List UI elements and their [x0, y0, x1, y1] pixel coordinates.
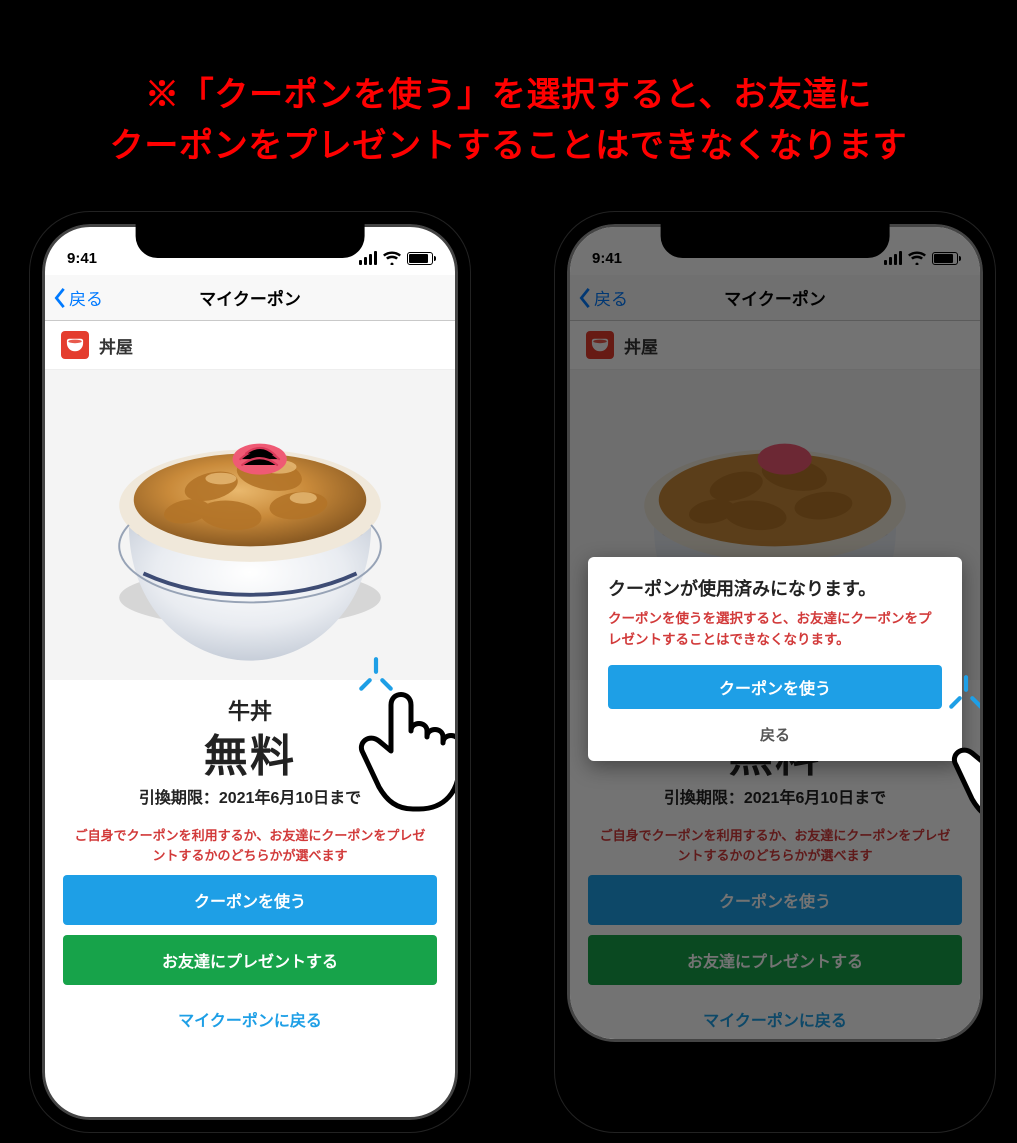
modal-title: クーポンが使用済みになります。	[608, 575, 942, 601]
chevron-left-icon	[53, 287, 67, 309]
pickled-ginger-icon	[233, 444, 287, 475]
back-label: 戻る	[69, 285, 103, 310]
back-button[interactable]: 戻る	[53, 275, 103, 320]
modal-confirm-button[interactable]: クーポンを使う	[608, 665, 942, 709]
nav-bar: 戻る マイクーポン	[45, 275, 455, 321]
phone-left: 9:41 戻る マイクーポン	[30, 212, 470, 1132]
coupon-price: 無料	[63, 720, 437, 784]
food-bowl-icon	[95, 370, 405, 680]
shop-name: 丼屋	[99, 333, 133, 358]
page-title: マイクーポン	[199, 285, 301, 310]
confirm-use-modal: クーポンが使用済みになります。 クーポンを使うを選択すると、お友達にクーポンをプ…	[588, 557, 962, 761]
back-to-mycoupon-link[interactable]: マイクーポンに戻る	[63, 1007, 437, 1031]
warning-caption-line1: ※「クーポンを使う」を選択すると、お友達に	[145, 76, 872, 114]
gift-coupon-button[interactable]: お友達にプレゼントする	[63, 935, 437, 985]
battery-icon	[407, 252, 433, 265]
warning-caption-line2: クーポンをプレゼントすることはできなくなります	[110, 127, 908, 165]
coupon-expiry: 引換期限：2021年6月10日まで	[63, 784, 437, 808]
notch	[136, 224, 365, 258]
modal-cancel-button[interactable]: 戻る	[608, 715, 942, 755]
status-time: 9:41	[67, 250, 97, 267]
use-coupon-button[interactable]: クーポンを使う	[63, 875, 437, 925]
coupon-details: 牛丼 無料 引換期限：2021年6月10日まで	[45, 680, 455, 818]
modal-warning: クーポンを使うを選択すると、お友達にクーポンをプレゼントすることはできなくなりま…	[608, 609, 942, 651]
phone-right: 9:41 戻る マイクーポン	[555, 212, 995, 1132]
signal-icon	[359, 251, 377, 265]
wifi-icon	[383, 251, 401, 265]
shop-bowl-icon	[61, 331, 89, 359]
warning-caption: ※「クーポンを使う」を選択すると、お友達に クーポンをプレゼントすることはできな…	[0, 70, 1017, 172]
shop-header: 丼屋	[45, 321, 455, 370]
notch	[661, 224, 890, 258]
coupon-image	[45, 370, 455, 680]
coupon-note: ご自身でクーポンを利用するか、お友達にクーポンをプレゼントするかのどちらかが選べ…	[45, 818, 455, 875]
